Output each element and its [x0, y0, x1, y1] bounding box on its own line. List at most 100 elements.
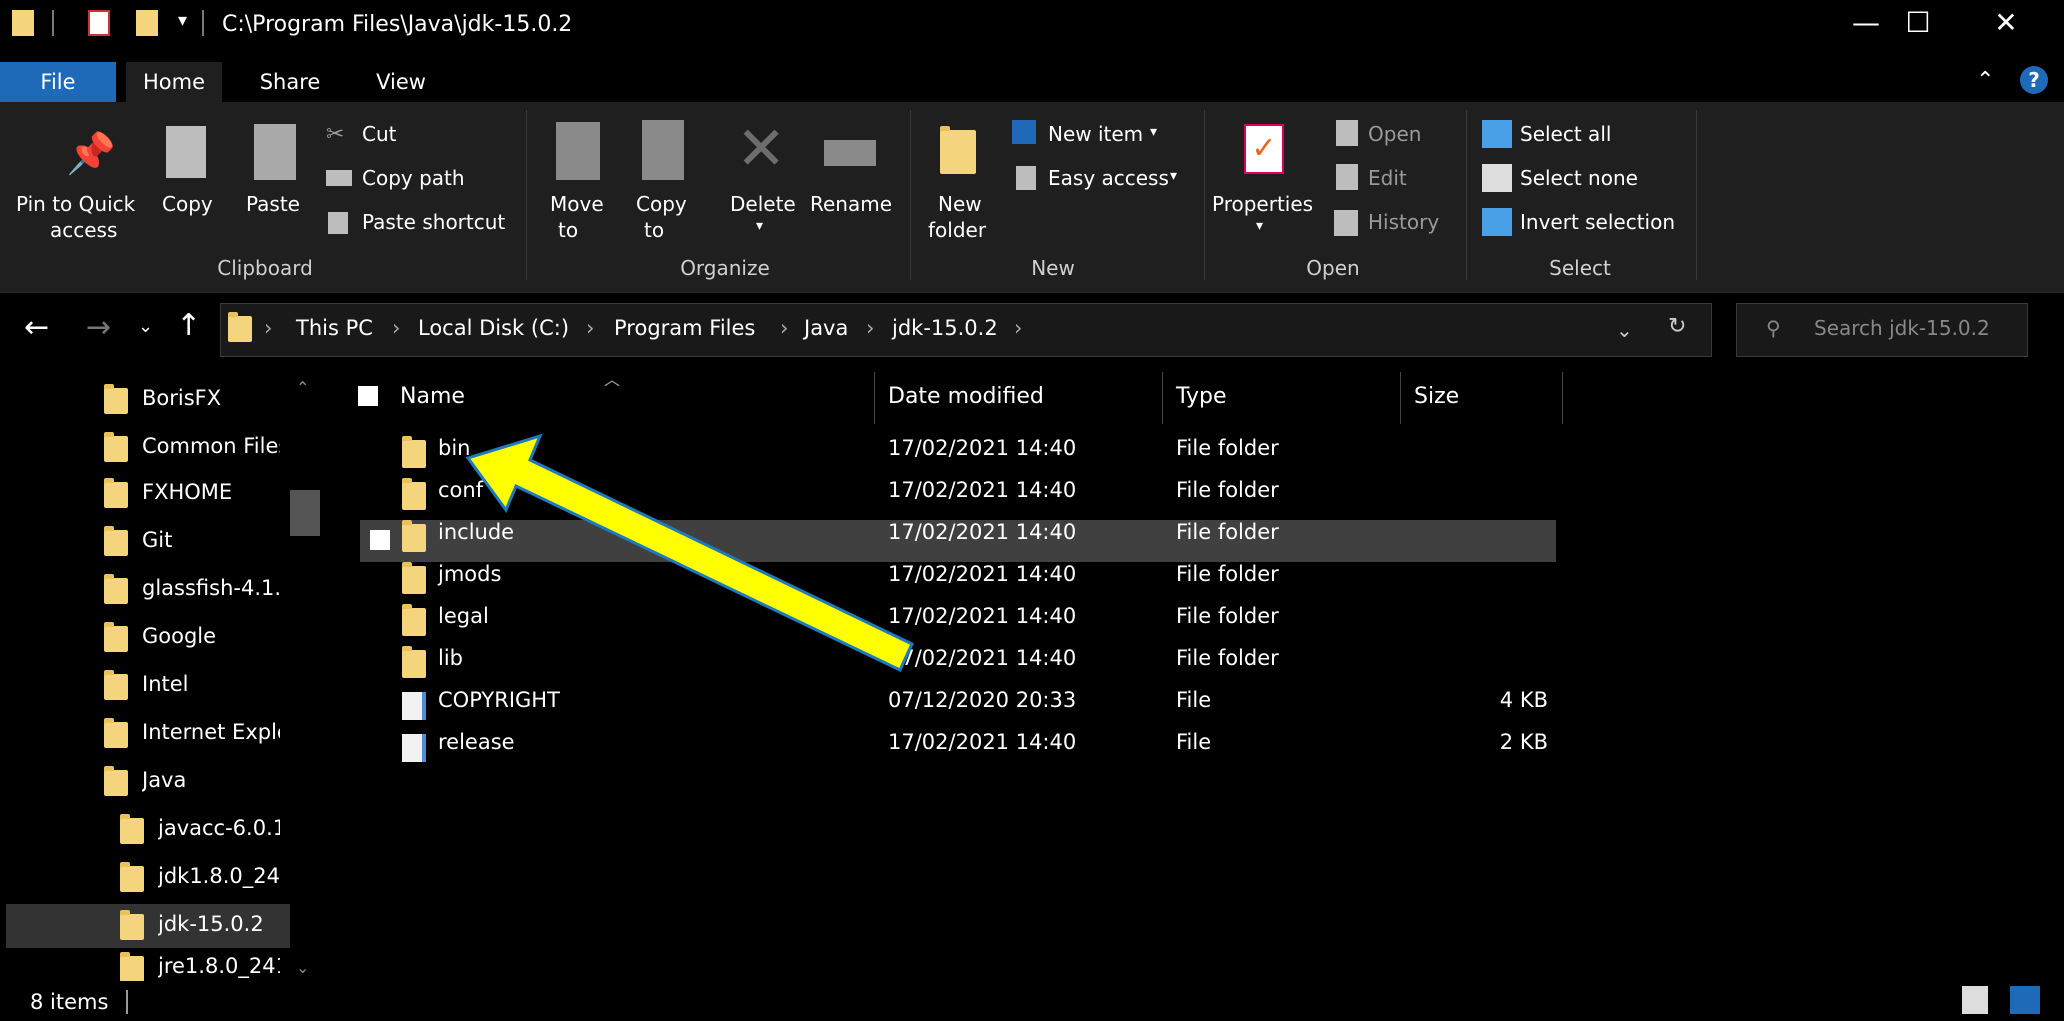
column-divider[interactable]: [874, 372, 875, 424]
properties-button[interactable]: Properties: [1212, 192, 1313, 216]
breadcrumb-local-disk[interactable]: Local Disk (C:): [418, 316, 569, 340]
edit-button[interactable]: Edit: [1368, 166, 1407, 190]
select-none-button[interactable]: Select none: [1520, 166, 1638, 190]
select-all-icon: [1482, 120, 1512, 148]
tab-view[interactable]: View: [356, 62, 446, 102]
row-checkbox[interactable]: [370, 530, 390, 550]
paste-button[interactable]: Paste: [246, 192, 300, 216]
select-all-checkbox[interactable]: [358, 386, 378, 406]
nav-scroll-up-icon[interactable]: ⌃: [296, 378, 309, 397]
nav-scrollbar-thumb[interactable]: [290, 490, 320, 536]
file-name[interactable]: release: [438, 730, 515, 754]
column-header-size[interactable]: Size: [1414, 384, 1459, 409]
refresh-icon[interactable]: ↻: [1668, 314, 1686, 339]
forward-arrow-icon[interactable]: →: [86, 310, 111, 345]
nav-item[interactable]: Common Files: [142, 434, 280, 458]
select-all-button[interactable]: Select all: [1520, 122, 1611, 146]
column-header-date[interactable]: Date modified: [888, 384, 1044, 409]
easy-access-button[interactable]: Easy access: [1048, 166, 1169, 190]
address-dropdown-icon[interactable]: ⌄: [1616, 318, 1633, 342]
copy-icon: [166, 126, 206, 178]
nav-item[interactable]: glassfish-4.1.1: [142, 576, 280, 600]
new-item-button[interactable]: New item: [1048, 122, 1143, 146]
move-to-button[interactable]: Move: [550, 192, 604, 216]
nav-item[interactable]: FXHOME: [142, 480, 280, 504]
nav-item[interactable]: Google: [142, 624, 280, 648]
minimize-button[interactable]: —: [1836, 6, 1896, 39]
column-divider[interactable]: [1400, 372, 1401, 424]
paste-shortcut-icon: [328, 212, 348, 234]
status-bar: [0, 981, 2064, 1021]
search-placeholder: Search jdk-15.0.2: [1814, 316, 1990, 340]
properties-icon: ✓: [1244, 124, 1284, 174]
nav-item[interactable]: Internet Explo: [142, 720, 280, 744]
close-button[interactable]: ✕: [1976, 6, 2036, 39]
copy-to-button[interactable]: Copy: [636, 192, 687, 216]
file-name[interactable]: COPYRIGHT: [438, 688, 560, 712]
easy-access-icon: [1016, 166, 1036, 190]
nav-item[interactable]: jdk1.8.0_241: [158, 864, 280, 888]
breadcrumb-jdk[interactable]: jdk-15.0.2: [892, 316, 998, 340]
recent-locations-icon[interactable]: ⌄: [138, 316, 153, 337]
pin-button-label2: access: [50, 218, 118, 242]
move-to-icon: [556, 122, 600, 180]
nav-item[interactable]: jre1.8.0_241: [158, 954, 280, 978]
copy-to-label2: to: [644, 218, 665, 242]
breadcrumb-java[interactable]: Java: [804, 316, 848, 340]
column-divider[interactable]: [1562, 372, 1563, 424]
column-divider[interactable]: [1162, 372, 1163, 424]
divider: [52, 10, 54, 36]
file-type: File: [1176, 688, 1212, 712]
ribbon-collapse-icon[interactable]: ⌃: [1976, 68, 1994, 93]
properties-dropdown-icon[interactable]: ▾: [1256, 218, 1263, 234]
help-icon[interactable]: ?: [2020, 66, 2048, 94]
breadcrumb-program-files[interactable]: Program Files: [614, 316, 755, 340]
title-bar: ▾ C:\Program Files\Java\jdk-15.0.2 — ☐ ✕: [0, 0, 2064, 52]
invert-selection-button[interactable]: Invert selection: [1520, 210, 1675, 234]
folder-icon: [402, 604, 426, 636]
delete-dropdown-icon[interactable]: ▾: [756, 218, 763, 234]
nav-item[interactable]: javacc-6.0.1: [158, 816, 280, 840]
nav-scroll-down-icon[interactable]: ⌄: [296, 958, 309, 977]
open-button[interactable]: Open: [1368, 122, 1421, 146]
tab-file[interactable]: File: [0, 62, 116, 102]
new-folder-quick-icon[interactable]: [136, 10, 158, 36]
tab-home[interactable]: Home: [126, 62, 222, 102]
breadcrumb-this-pc[interactable]: This PC: [296, 316, 373, 340]
nav-item[interactable]: jdk-15.0.2: [158, 912, 280, 936]
column-header-type[interactable]: Type: [1176, 384, 1227, 409]
paste-shortcut-button[interactable]: Paste shortcut: [362, 210, 505, 234]
copy-button[interactable]: Copy: [162, 192, 213, 216]
invert-selection-icon: [1482, 208, 1512, 236]
clipboard-group-label: Clipboard: [217, 256, 313, 280]
folder-icon: [104, 526, 128, 556]
cut-button[interactable]: Cut: [362, 122, 396, 146]
delete-button[interactable]: Delete: [730, 192, 796, 216]
paste-icon: [254, 124, 296, 180]
folder-icon: [104, 670, 128, 700]
quick-access-dropdown-icon[interactable]: ▾: [178, 10, 187, 31]
details-view-icon[interactable]: [1962, 986, 1988, 1014]
copy-path-button[interactable]: Copy path: [362, 166, 465, 190]
tab-share[interactable]: Share: [240, 62, 340, 102]
back-arrow-icon[interactable]: ←: [24, 310, 49, 345]
properties-quick-icon[interactable]: [88, 10, 110, 36]
sort-ascending-icon: ︿: [604, 370, 621, 389]
group-separator: [910, 110, 911, 280]
nav-item[interactable]: Java: [142, 768, 280, 792]
nav-item[interactable]: Intel: [142, 672, 280, 696]
large-icons-view-icon[interactable]: [2010, 986, 2040, 1014]
pin-to-quick-access-button[interactable]: Pin to Quick: [16, 192, 135, 216]
nav-item[interactable]: Git: [142, 528, 280, 552]
rename-button[interactable]: Rename: [810, 192, 892, 216]
column-header-name[interactable]: Name: [400, 384, 465, 409]
new-item-dropdown-icon[interactable]: ▾: [1150, 124, 1157, 140]
new-folder-icon: [940, 126, 976, 174]
maximize-button[interactable]: ☐: [1888, 6, 1948, 39]
history-button[interactable]: History: [1368, 210, 1439, 234]
easy-access-dropdown-icon[interactable]: ▾: [1170, 168, 1177, 184]
folder-icon: [104, 718, 128, 748]
up-arrow-icon[interactable]: ↑: [176, 308, 201, 343]
new-folder-button[interactable]: New: [938, 192, 982, 216]
nav-item[interactable]: BorisFX: [142, 386, 280, 410]
